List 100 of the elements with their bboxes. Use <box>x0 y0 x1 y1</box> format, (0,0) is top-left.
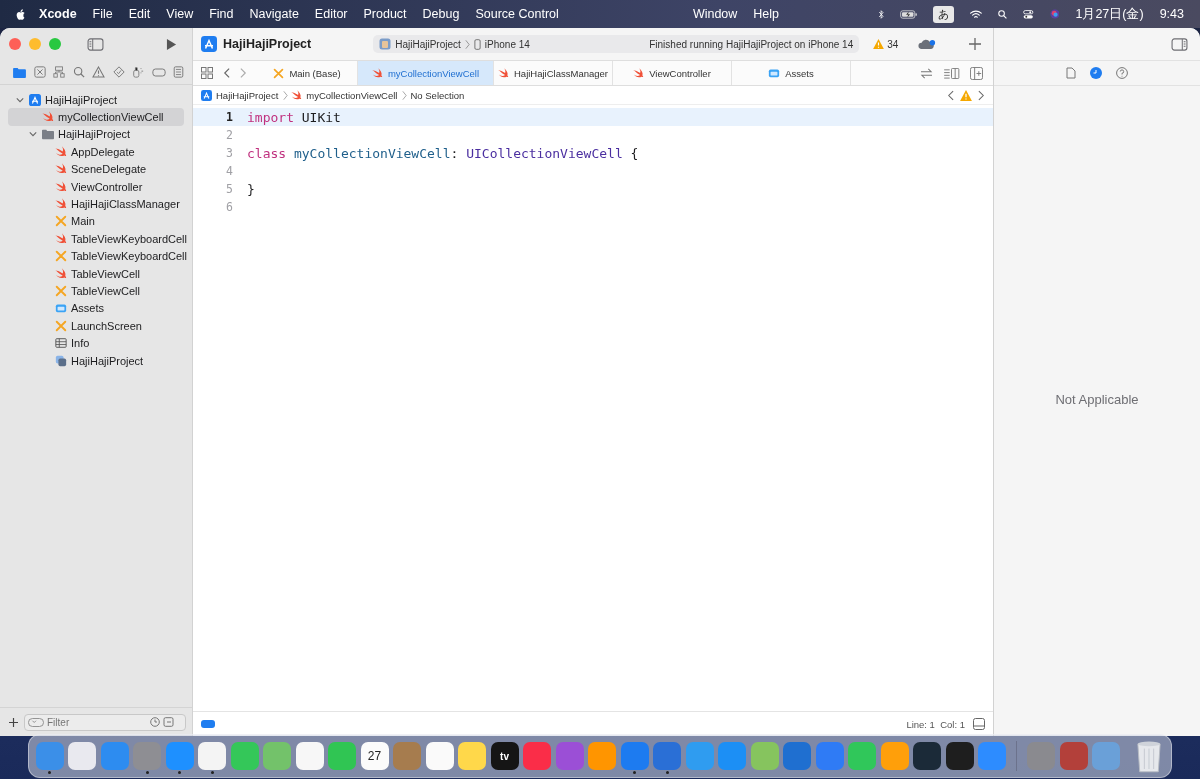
menu-item[interactable]: Help <box>753 7 780 21</box>
file-tree-item[interactable]: Info <box>8 334 184 352</box>
next-issue-icon[interactable] <box>978 89 985 101</box>
project-icon <box>29 93 41 106</box>
folder-icon <box>42 128 54 141</box>
diamond-icon[interactable] <box>112 66 125 78</box>
empty-inspector-message: Not Applicable <box>1055 391 1139 407</box>
project-title: HajiHajiProject <box>223 37 312 51</box>
swift-file-icon <box>55 180 67 193</box>
grid-icon[interactable] <box>201 67 213 79</box>
warning-icon[interactable] <box>92 66 105 78</box>
hierarchy-icon[interactable] <box>53 66 65 78</box>
storyboard-icon <box>55 285 67 297</box>
battery-icon[interactable] <box>899 7 918 21</box>
inspector-toggle-icon[interactable] <box>1171 37 1188 51</box>
previous-issue-icon[interactable] <box>947 89 954 101</box>
file-tree-item[interactable]: LaunchScreen <box>8 317 184 335</box>
spray-icon[interactable] <box>132 66 144 78</box>
swift-file-icon <box>55 198 67 211</box>
cloud-icon[interactable] <box>918 38 937 50</box>
swift-file-icon <box>633 67 645 79</box>
menu-item[interactable]: View <box>166 7 194 21</box>
file-tree-item[interactable]: SceneDelegate <box>8 160 184 178</box>
file-tree-item[interactable]: HajiHajiProject <box>8 125 184 144</box>
menu-item[interactable]: Window <box>692 7 738 21</box>
file-tree-item[interactable]: Assets <box>8 299 184 318</box>
menu-item[interactable]: File <box>92 7 113 21</box>
menu-item[interactable]: Find <box>209 7 234 21</box>
filter-options-icon[interactable] <box>28 717 44 727</box>
disclosure-chevron-icon[interactable] <box>29 130 37 139</box>
menu-item[interactable]: Source Control <box>475 7 559 21</box>
build-status: Finished running HajiHajiProject on iPhone 14 <box>649 38 854 50</box>
disclosure-chevron-icon[interactable] <box>16 95 24 104</box>
apple-logo-icon[interactable] <box>16 6 26 22</box>
editor-tab[interactable]: Assets <box>732 61 851 85</box>
file-tree-item[interactable]: HajiHajiProject <box>8 351 184 370</box>
breadcrumb-item[interactable]: myCollectionViewCell <box>291 89 398 101</box>
search-icon[interactable] <box>72 66 85 78</box>
add-icon[interactable] <box>969 38 981 50</box>
phone-icon <box>473 38 481 50</box>
report-icon[interactable] <box>173 66 184 78</box>
menu-bar-clock[interactable]: 9:43 <box>1159 7 1184 21</box>
menu-item[interactable]: Product <box>363 7 407 21</box>
swift-file-icon <box>371 67 383 79</box>
menu-item[interactable]: Navigate <box>249 7 299 21</box>
breadcrumb-item[interactable]: HajiHajiProject <box>201 89 279 101</box>
sidebar-toggle-icon[interactable] <box>87 37 104 51</box>
menu-item[interactable]: Editor <box>314 7 348 21</box>
search-icon[interactable] <box>998 7 1008 21</box>
editor-tab[interactable]: myCollectionViewCell <box>358 61 494 85</box>
panel-toggle-icon[interactable] <box>973 718 985 730</box>
tag-icon[interactable] <box>201 720 215 728</box>
add-icon[interactable] <box>9 717 18 727</box>
control-center-icon[interactable] <box>1023 7 1034 21</box>
run-icon[interactable] <box>166 37 177 51</box>
warning-icon[interactable] <box>960 89 972 101</box>
add-editor-icon[interactable] <box>970 66 983 80</box>
project-icon <box>201 89 212 101</box>
file-tree-item[interactable]: ViewController <box>8 177 184 196</box>
file-tree-item[interactable]: HajiHajiClassManager <box>8 195 184 213</box>
siri-icon[interactable] <box>1049 7 1060 21</box>
chevron-icon <box>402 89 408 101</box>
file-tree-item[interactable]: TableViewCell <box>8 282 184 300</box>
menu-bar-date[interactable]: 1月27日(金) <box>1075 5 1144 23</box>
filter-field[interactable]: Filter <box>24 713 186 731</box>
forward-icon[interactable] <box>240 67 247 79</box>
zoom-window-button[interactable] <box>49 38 61 50</box>
warnings-indicator[interactable]: 34 <box>873 38 899 50</box>
editor-options-icon[interactable] <box>943 67 960 79</box>
source-control-icon[interactable] <box>33 66 46 78</box>
scheme-selector[interactable]: HajiHajiProject iPhone 14 <box>379 38 530 50</box>
code-line: import UIKit <box>247 109 341 125</box>
menu-item[interactable]: Edit <box>128 7 151 21</box>
file-tree-item[interactable]: myCollectionViewCell <box>8 108 184 126</box>
tag-icon[interactable] <box>151 67 166 77</box>
breadcrumb-item[interactable]: No Selection <box>410 89 465 101</box>
menu-item[interactable]: Debug <box>422 7 460 21</box>
file-tree-item[interactable]: HajiHajiProject <box>8 91 184 109</box>
chevron-icon <box>283 89 289 101</box>
close-window-button[interactable] <box>9 38 21 50</box>
history-icon[interactable] <box>1090 67 1102 79</box>
help-icon[interactable] <box>1116 67 1128 79</box>
trash-icon[interactable] <box>1136 739 1162 773</box>
document-icon[interactable] <box>1066 67 1076 79</box>
swift-file-icon <box>55 145 67 158</box>
input-mode-indicator[interactable]: あ <box>933 5 955 23</box>
folder-icon[interactable] <box>13 66 26 78</box>
app-icon <box>379 38 392 50</box>
app-menu[interactable]: Xcode <box>39 7 77 21</box>
file-tree-item[interactable]: AppDelegate <box>8 143 184 161</box>
back-icon[interactable] <box>223 67 230 79</box>
filter-input[interactable]: Filter <box>47 716 147 728</box>
filter-buttons-icon[interactable] <box>150 717 174 727</box>
minimize-window-button[interactable] <box>29 38 41 50</box>
file-tree-item[interactable]: TableViewCell <box>8 264 184 283</box>
editor-tab[interactable]: HajiHajiClassManager <box>494 61 613 85</box>
editor-tab[interactable]: ViewController <box>613 61 732 85</box>
file-tree-item[interactable]: Main <box>8 212 184 231</box>
running-indicator <box>665 771 669 774</box>
swap-icon[interactable] <box>920 67 933 79</box>
